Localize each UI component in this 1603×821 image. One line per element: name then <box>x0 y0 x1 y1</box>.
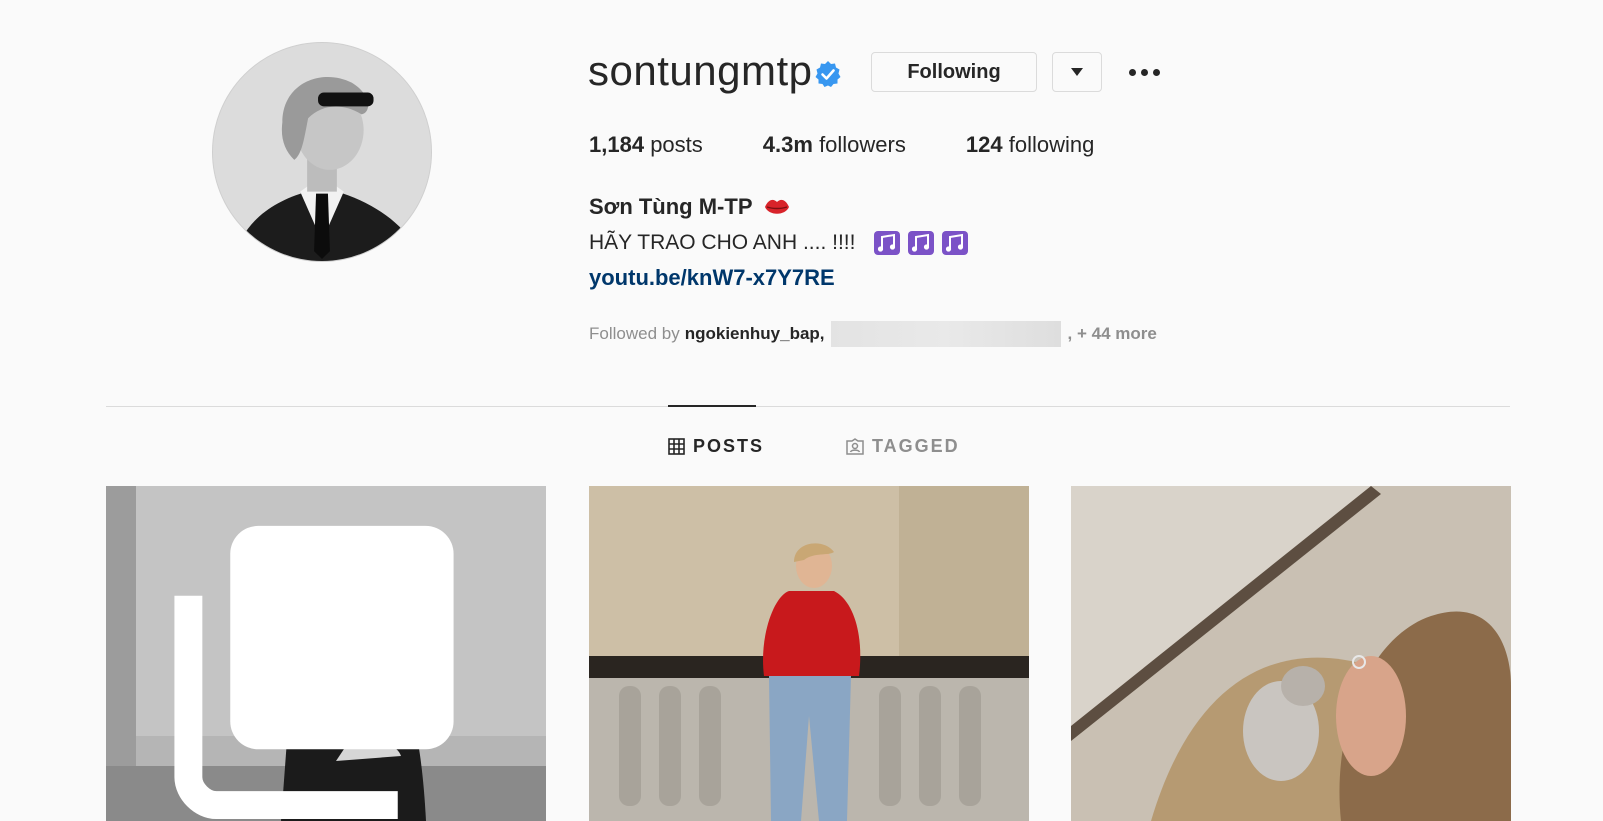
multiple-images-icon <box>174 525 454 820</box>
tab-tagged[interactable]: TAGGED <box>846 436 960 457</box>
followed-by[interactable]: Followed by ngokienhuy_bap, , + 44 more <box>589 321 1157 347</box>
tagged-icon <box>846 438 864 455</box>
profile-username: sontungmtp <box>588 47 813 94</box>
profile-stats: 1,184 posts 4.3m followers 124 following <box>589 132 1154 158</box>
more-options-icon[interactable] <box>1124 58 1164 86</box>
bio-text: HÃY TRAO CHO ANH .... !!!! <box>589 231 856 254</box>
followed-by-more[interactable]: , + 44 more <box>1068 324 1157 344</box>
lips-emoji-icon <box>764 199 789 214</box>
followers-count: 4.3m <box>762 132 813 157</box>
following-stat[interactable]: 124 following <box>966 132 1094 158</box>
bio-link[interactable]: youtu.be/knW7-x7Y7RE <box>589 265 835 291</box>
post-thumbnail[interactable] <box>106 486 546 821</box>
followers-stat[interactable]: 4.3m followers <box>763 132 906 158</box>
chevron-down-icon <box>1071 68 1083 76</box>
redacted-name <box>830 321 1061 347</box>
tab-posts-label: POSTS <box>693 436 765 456</box>
posts-count: 1,184 <box>589 132 645 157</box>
tab-tagged-label: TAGGED <box>872 436 960 456</box>
following-button[interactable]: Following <box>871 52 1037 92</box>
following-label: following <box>1008 132 1095 157</box>
followed-by-label: Followed by <box>589 324 680 343</box>
post-thumbnail[interactable] <box>1071 486 1511 821</box>
music-notes-emoji-icon <box>867 230 969 256</box>
suggested-dropdown-button[interactable] <box>1052 52 1102 92</box>
posts-stat: 1,184 posts <box>589 132 703 158</box>
post-thumbnail[interactable] <box>589 486 1029 821</box>
profile-avatar[interactable] <box>212 42 432 262</box>
grid-icon <box>668 438 685 455</box>
tab-posts[interactable]: POSTS <box>668 436 764 457</box>
following-count: 124 <box>965 132 1003 157</box>
followers-label: followers <box>819 132 906 157</box>
profile-bio: HÃY TRAO CHO ANH .... !!!! <box>589 230 969 256</box>
active-tab-indicator <box>668 405 756 407</box>
posts-label: posts <box>650 132 703 157</box>
verified-badge-icon <box>815 61 841 87</box>
tabs-divider <box>106 406 1510 407</box>
followed-by-name[interactable]: ngokienhuy_bap, <box>685 324 825 344</box>
profile-full-name: Sơn Tùng M-TP <box>589 194 791 220</box>
full-name-text: Sơn Tùng M-TP <box>589 194 753 219</box>
